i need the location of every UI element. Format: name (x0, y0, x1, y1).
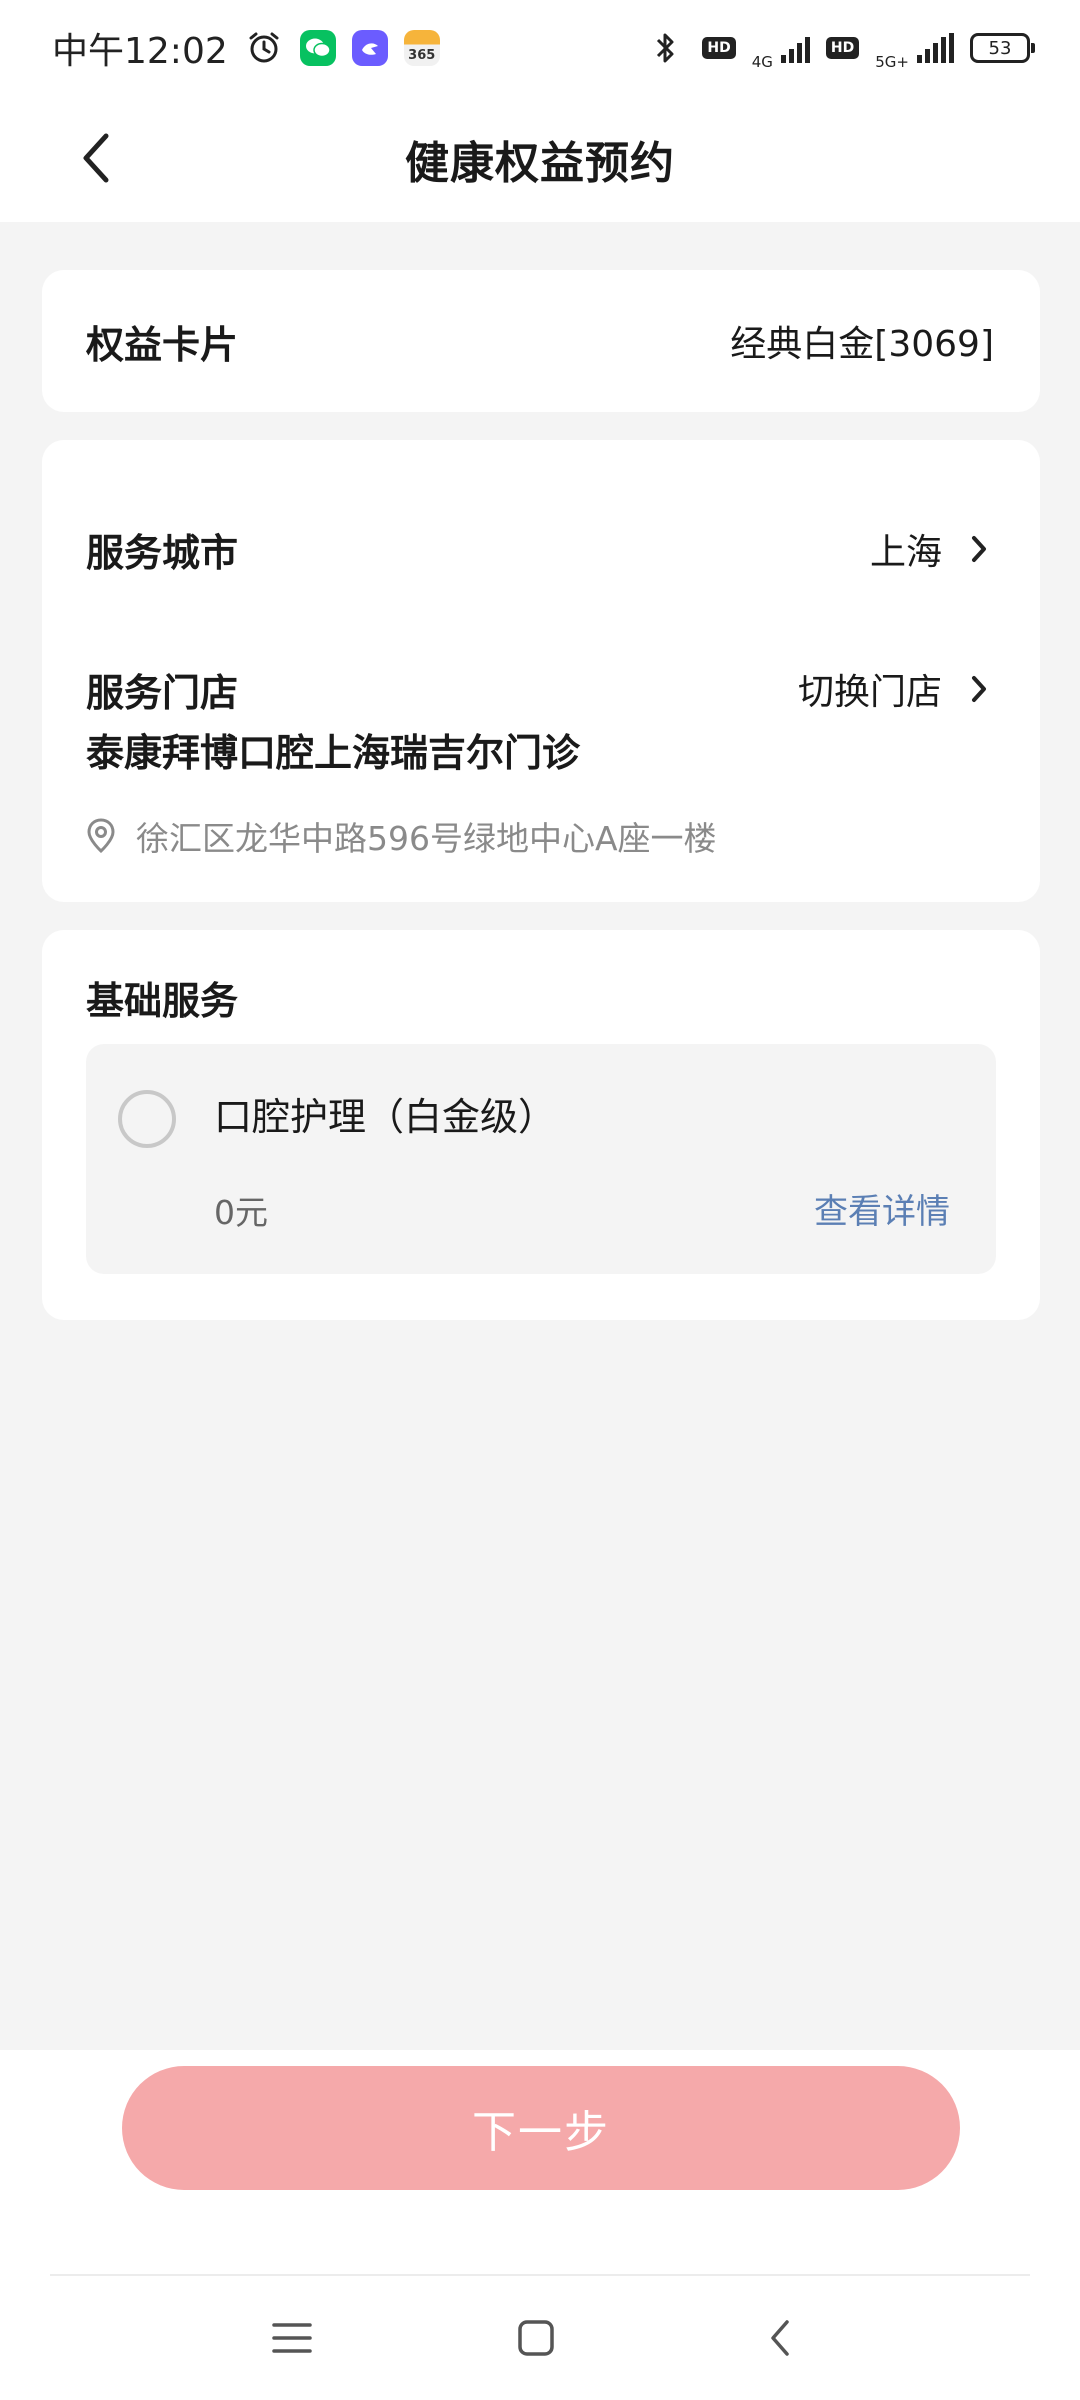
chevron-right-icon (964, 534, 994, 564)
home-square-icon (518, 2320, 554, 2356)
signal-strength-icon-2 (917, 33, 954, 63)
menu-icon (272, 2323, 312, 2353)
page-title: 健康权益预约 (405, 138, 675, 189)
location-pin-icon (87, 818, 115, 854)
service-city-label: 服务城市 (86, 530, 239, 575)
service-location-card: 服务城市 上海 服务门店 切换门店 泰康拜博口腔上海瑞吉尔门诊 徐汇区龙华中路5… (42, 440, 1040, 902)
service-option-item[interactable]: 口腔护理（白金级） 0元 查看详情 (86, 1044, 996, 1274)
store-address: 徐汇区龙华中路596号绿地中心A座一楼 (86, 812, 717, 860)
nav-menu-button[interactable] (260, 2306, 324, 2370)
calendar-365-icon: 365 (403, 30, 440, 66)
benefit-card-label: 权益卡片 (86, 322, 239, 367)
chevron-right-icon (964, 674, 994, 704)
status-time: 中午12:02 (52, 31, 228, 72)
service-store-label: 服务门店 (86, 670, 239, 715)
switch-store-label: 切换门店 (797, 672, 942, 713)
status-bar: 中午12:02 365 HD 4G HD 5G+ 53 (0, 0, 1080, 96)
service-option-price: 0元 (214, 1193, 268, 1232)
hd-badge-2: HD (825, 37, 860, 59)
battery-icon: 53 (970, 33, 1035, 63)
bluetooth-icon (646, 28, 686, 68)
status-left: 中午12:02 365 (52, 22, 440, 74)
chevron-left-icon (83, 133, 109, 183)
nav-back-icon (771, 2320, 789, 2356)
view-details-link[interactable]: 查看详情 (814, 1184, 950, 1233)
system-nav-bar (0, 2276, 1080, 2400)
hd-badge-1: HD (702, 37, 736, 59)
switch-store-button[interactable]: 切换门店 (798, 663, 994, 715)
nav-home-button[interactable] (504, 2306, 568, 2370)
app-header: 健康权益预约 (0, 96, 1080, 222)
status-right: HD 4G HD 5G+ 53 (646, 25, 1035, 71)
app-notification-icon (351, 30, 388, 66)
basic-service-title: 基础服务 (86, 979, 239, 1023)
bottom-action-area: 下一步 (0, 2050, 1080, 2400)
alarm-icon (244, 28, 284, 68)
back-button[interactable] (60, 122, 132, 194)
signal-strength-icon (780, 33, 810, 63)
service-store-row[interactable]: 服务门店 切换门店 (86, 654, 994, 724)
service-option-name: 口腔护理（白金级） (214, 1095, 557, 1139)
service-city-value: 上海 (869, 532, 942, 573)
nav-back-button[interactable] (748, 2306, 812, 2370)
wechat-icon (299, 30, 336, 66)
network-5g-label: 5G+ (875, 53, 909, 71)
network-4g-label: 4G (751, 53, 773, 71)
service-option-radio[interactable] (118, 1090, 176, 1148)
benefit-card-value: 经典白金[3069] (730, 324, 994, 365)
benefit-card-row: 权益卡片 经典白金[3069] (42, 270, 1040, 412)
next-step-button[interactable]: 下一步 (122, 2066, 960, 2190)
service-city-row[interactable]: 服务城市 上海 (86, 514, 994, 584)
basic-service-card: 基础服务 口腔护理（白金级） 0元 查看详情 (42, 930, 1040, 1320)
store-address-text: 徐汇区龙华中路596号绿地中心A座一楼 (136, 819, 717, 858)
service-city-value-group: 上海 (870, 523, 994, 575)
store-name: 泰康拜博口腔上海瑞吉尔门诊 (86, 731, 581, 775)
